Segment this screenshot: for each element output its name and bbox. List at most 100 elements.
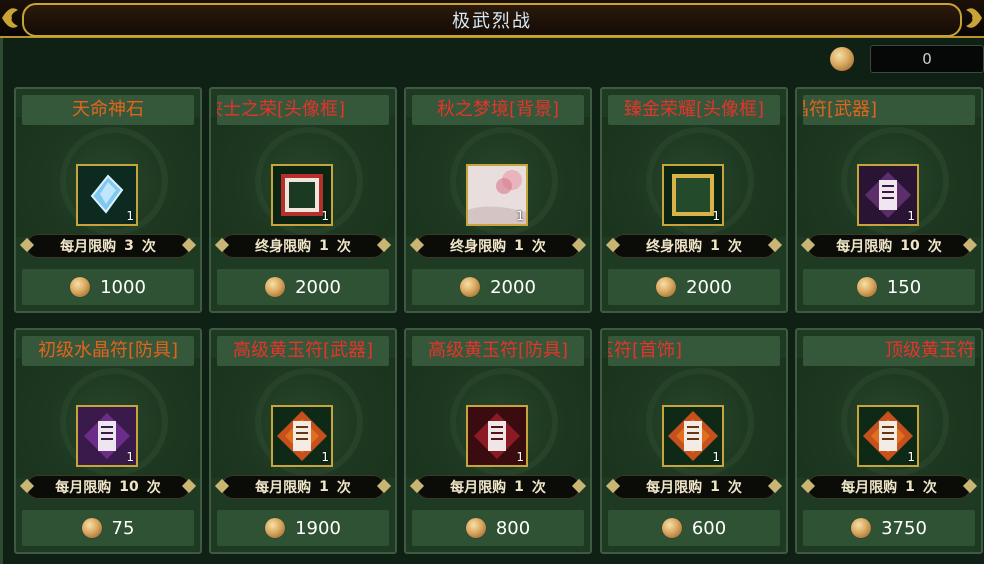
- price-button[interactable]: 2000: [412, 269, 584, 305]
- purchase-limit-num: 1: [514, 479, 524, 495]
- purchase-limit: 终身限购 1 次: [221, 234, 385, 258]
- shop-item-card[interactable]: 高级黄玉符[防具] 1 每月限购 1 次 800: [404, 328, 592, 554]
- gold-coin-icon: [465, 518, 486, 538]
- purchase-limit-unit: 次: [336, 480, 351, 496]
- purchase-limit: 终身限购 1 次: [416, 234, 580, 258]
- purchase-limit-num: 10: [119, 479, 139, 495]
- shop-item-card[interactable]: 高级黄玉符[武器] 1 每月限购 1 次 1900: [209, 328, 397, 554]
- price-value: 150: [886, 276, 922, 298]
- price-value: 600: [691, 517, 727, 539]
- item-name: 天命神石: [22, 95, 194, 125]
- gold-frame-icon[interactable]: 1: [662, 164, 724, 226]
- purchase-limit-num: 1: [319, 238, 329, 254]
- purchase-limit-unit: 次: [727, 239, 742, 255]
- gold-coin-icon: [265, 277, 286, 297]
- purchase-limit-label: 终身限购: [450, 239, 507, 255]
- item-count: 1: [712, 450, 720, 464]
- shop-item-card[interactable]: 晶符[武器] 1 每月限购 10 次 150: [795, 87, 983, 313]
- price-value: 800: [495, 517, 531, 539]
- shop-item-card[interactable]: 玉符[首饰]1每月限购1次600: [600, 328, 788, 554]
- price-button[interactable]: 1000: [22, 269, 194, 305]
- item-name: 晶符[武器]: [803, 95, 975, 125]
- price-value: 1900: [295, 517, 341, 539]
- item-count: 1: [907, 450, 915, 464]
- shop-item-card[interactable]: 初级水晶符[防具] 1 每月限购 10 次 75: [14, 328, 202, 554]
- purchase-limit-label: 每月限购: [60, 239, 117, 255]
- purchase-limit-num: 1: [710, 238, 720, 254]
- price-value: 3750: [881, 517, 927, 539]
- price-value: 2000: [490, 276, 536, 298]
- price-value: 1000: [100, 276, 146, 298]
- red-frame-icon[interactable]: 1: [271, 164, 333, 226]
- item-count: 1: [126, 450, 134, 464]
- gold-coin-icon: [851, 518, 872, 538]
- purchase-limit: 终身限购 1 次: [612, 234, 776, 258]
- gold-coin-icon: [460, 277, 481, 297]
- price-button[interactable]: 1900: [217, 510, 389, 546]
- purchase-limit-unit: 次: [531, 480, 546, 496]
- price-value: 75: [111, 517, 135, 539]
- item-name: 玉符[首饰]: [608, 336, 780, 366]
- shop-item-card[interactable]: 天命神石 1 每月限购 3 次 1000: [14, 87, 202, 313]
- price-value: 2000: [686, 276, 732, 298]
- purchase-limit: 每月限购 1 次: [807, 475, 971, 499]
- currency-display: 0: [830, 45, 984, 73]
- crystal-talisman-icon[interactable]: 1: [857, 164, 919, 226]
- jade-talisman-icon[interactable]: 1: [857, 405, 919, 467]
- shop-item-card[interactable]: 秋之梦境[背景] 1 终身限购 1 次 2000: [404, 87, 592, 313]
- purchase-limit: 每月限购 3 次: [26, 234, 190, 258]
- item-count: 1: [907, 209, 915, 223]
- purchase-limit-num: 1: [905, 479, 915, 495]
- purchase-limit-unit: 次: [927, 239, 942, 255]
- currency-value: 0: [870, 45, 984, 73]
- item-name: 顶级黄玉符: [803, 336, 975, 366]
- purchase-limit-unit: 次: [727, 480, 742, 496]
- purchase-limit-label: 每月限购: [55, 480, 112, 496]
- shop-item-card[interactable]: 侠士之荣[头像框] 1 终身限购 1 次 2000: [209, 87, 397, 313]
- item-name: 初级水晶符[防具]: [22, 336, 194, 366]
- purchase-limit: 每月限购 10 次: [807, 234, 971, 258]
- purchase-limit-label: 每月限购: [836, 239, 893, 255]
- gold-coin-icon: [656, 277, 677, 297]
- ornament-right-icon: [966, 8, 982, 28]
- purchase-limit-num: 1: [710, 479, 720, 495]
- purple-talisman-icon[interactable]: 1: [76, 405, 138, 467]
- red-talisman-icon[interactable]: 1: [466, 405, 528, 467]
- item-count: 1: [712, 209, 720, 223]
- purchase-limit-num: 1: [319, 479, 329, 495]
- item-count: 1: [126, 209, 134, 223]
- purchase-limit-unit: 次: [336, 239, 351, 255]
- jade-talisman-icon[interactable]: 1: [662, 405, 724, 467]
- item-count: 1: [516, 450, 524, 464]
- item-name: 侠士之荣[头像框]: [217, 95, 389, 125]
- purchase-limit-num: 3: [124, 238, 134, 254]
- price-button[interactable]: 75: [22, 510, 194, 546]
- item-count: 1: [516, 209, 524, 223]
- price-button[interactable]: 3750: [803, 510, 975, 546]
- price-button[interactable]: 2000: [217, 269, 389, 305]
- shop-item-card[interactable]: 顶级黄玉符 1 每月限购 1 次 3750: [795, 328, 983, 554]
- price-button[interactable]: 2000: [608, 269, 780, 305]
- price-button[interactable]: 600: [608, 510, 780, 546]
- item-count: 1: [321, 209, 329, 223]
- gold-coin-icon: [265, 518, 286, 538]
- gold-coin-icon: [830, 47, 854, 71]
- purchase-limit-label: 每月限购: [841, 480, 898, 496]
- purchase-limit-unit: 次: [146, 480, 161, 496]
- blue-gem-icon[interactable]: 1: [76, 164, 138, 226]
- gold-coin-icon: [81, 518, 102, 538]
- price-value: 2000: [295, 276, 341, 298]
- item-name: 臻金荣耀[头像框]: [608, 95, 780, 125]
- ornament-left-icon: [2, 8, 18, 28]
- item-count: 1: [321, 450, 329, 464]
- title-bar: 极武烈战: [0, 0, 984, 38]
- autumn-scene-icon[interactable]: 1: [466, 164, 528, 226]
- purchase-limit-label: 每月限购: [646, 480, 703, 496]
- price-button[interactable]: 150: [803, 269, 975, 305]
- price-button[interactable]: 800: [412, 510, 584, 546]
- shop-item-card[interactable]: 臻金荣耀[头像框] 1 终身限购 1 次 2000: [600, 87, 788, 313]
- jade-talisman-icon[interactable]: 1: [271, 405, 333, 467]
- purchase-limit-unit: 次: [922, 480, 937, 496]
- item-name: 高级黄玉符[武器]: [217, 336, 389, 366]
- purchase-limit: 每月限购 1 次: [416, 475, 580, 499]
